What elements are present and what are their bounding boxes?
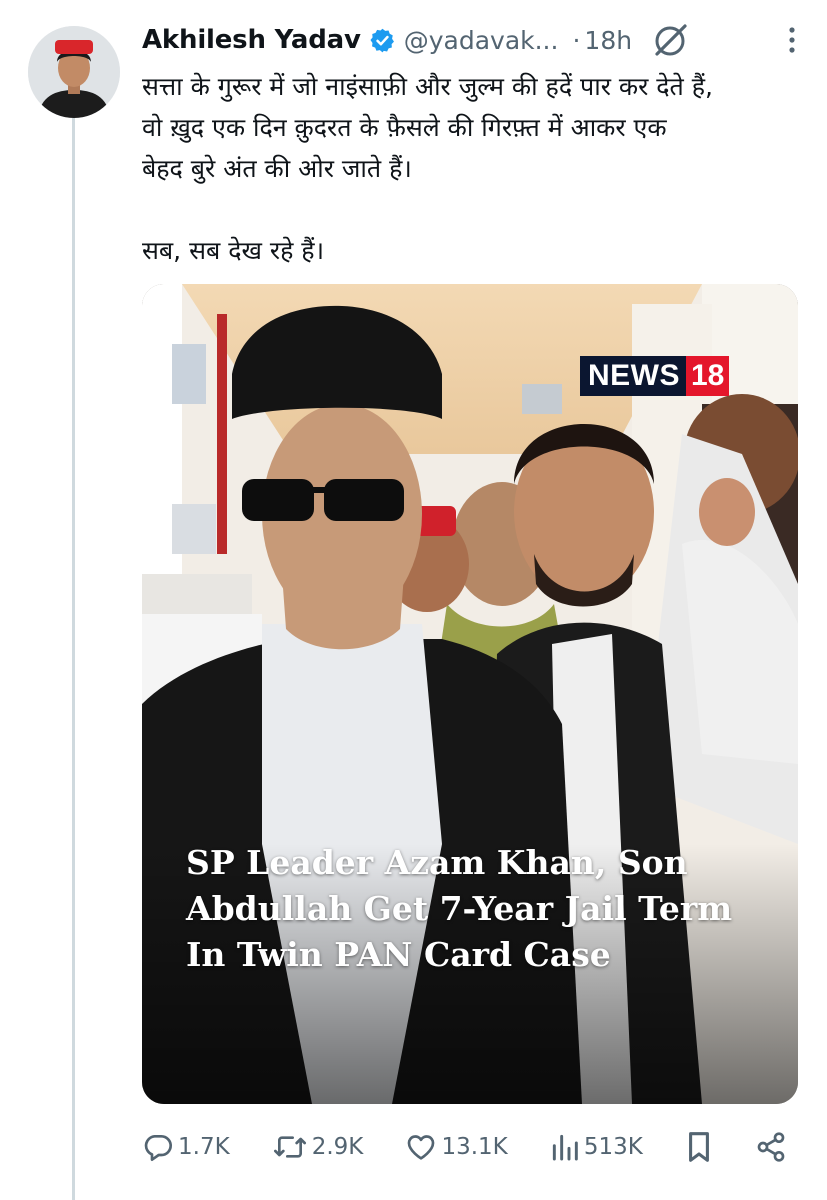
news18-logo-text: NEWS [580,356,686,396]
separator-dot: · [572,25,581,55]
share-button[interactable] [755,1131,787,1163]
thread-line [72,96,75,1200]
repost-icon [273,1136,306,1158]
timestamp[interactable]: 18h [584,26,632,55]
heart-icon [408,1135,435,1160]
author-name[interactable]: Akhilesh Yadav [142,25,361,55]
avatar[interactable] [28,26,120,118]
bookmark-button[interactable] [685,1130,713,1164]
media-photo [142,284,798,1104]
more-vertical-icon[interactable] [785,20,799,60]
views-chart-icon [552,1134,578,1161]
like-count: 13.1K [441,1134,508,1160]
author-handle[interactable]: @yadavak... [404,26,559,55]
reply-button[interactable]: 1.7K [142,1131,230,1163]
tweet-text-line: बेहद बुरे अंत की ओर जाते हैं। [142,154,412,183]
media-headline: SP Leader Azam Khan, Son Abdullah Get 7-… [186,840,766,978]
news18-logo: NEWS 18 [580,356,730,396]
reply-count: 1.7K [178,1134,230,1160]
media-headline-line: Abdullah Get 7-Year Jail Term [186,889,733,928]
tweet-text: सत्ता के गुरूर में जो नाइंसाफ़ी और जुल्म… [142,66,812,271]
views-count: 513K [583,1134,643,1160]
bookmark-icon [688,1132,709,1162]
views-button[interactable]: 513K [550,1131,643,1163]
tweet-text-line: सत्ता के गुरूर में जो नाइंसाफ़ी और जुल्म… [142,72,713,101]
verified-badge-icon [369,27,396,54]
tweet-media-image[interactable]: NEWS 18 SP Leader Azam Khan, Son Abdulla… [142,284,798,1104]
tweet-text-line: सब, सब देख रहे हैं। [142,236,325,265]
tweet-actions-bar: 1.7K 2.9K 13.1K 513K [142,1122,787,1172]
repost-count: 2.9K [311,1134,364,1160]
reply-icon [144,1135,172,1161]
avatar-image [28,26,120,118]
repost-button[interactable]: 2.9K [272,1131,364,1163]
media-headline-line: In Twin PAN Card Case [186,935,611,974]
like-button[interactable]: 13.1K [405,1131,508,1163]
share-icon [757,1132,785,1162]
tweet-text-line: वो ख़ुद एक दिन क़ुदरत के फ़ैसले की गिरफ़… [142,113,667,142]
news18-logo-number: 18 [686,356,730,396]
tweet-header: Akhilesh Yadav @yadavak... · 18h [142,18,799,62]
media-headline-line: SP Leader Azam Khan, Son [186,843,688,882]
grok-icon[interactable] [650,20,690,60]
